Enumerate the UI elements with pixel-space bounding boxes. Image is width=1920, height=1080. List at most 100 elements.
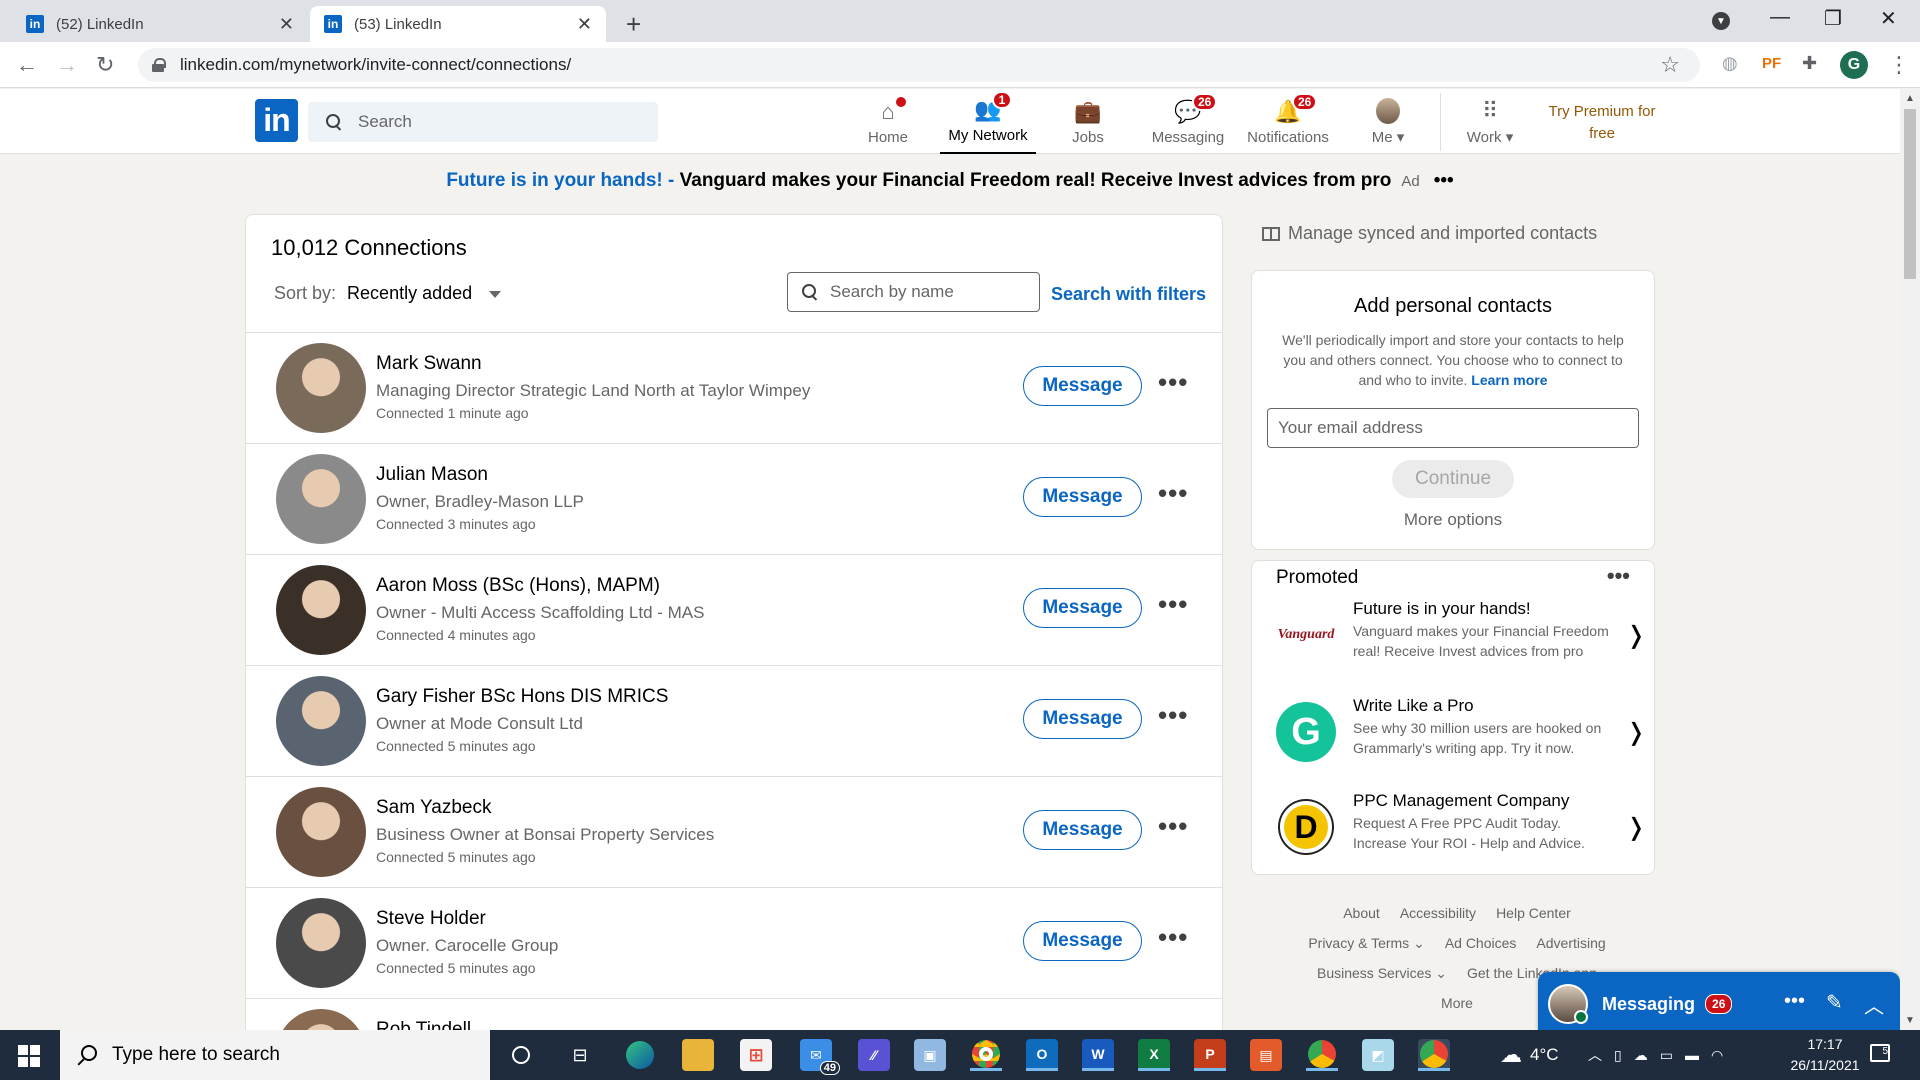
connection-name[interactable]: Gary Fisher BSc Hons DIS MRICS xyxy=(376,686,668,708)
app-icon[interactable]: ◩ xyxy=(1362,1039,1394,1071)
message-button[interactable]: Message xyxy=(1023,921,1142,961)
nav-jobs[interactable]: 💼 Jobs xyxy=(1040,89,1136,154)
more-icon[interactable]: ••• xyxy=(1158,367,1188,398)
chrome-icon[interactable] xyxy=(970,1039,1002,1071)
more-options-link[interactable]: More options xyxy=(1252,510,1654,530)
chrome-icon[interactable] xyxy=(1306,1039,1338,1071)
taskbar-search-input[interactable] xyxy=(112,1044,412,1066)
reload-icon[interactable]: ↻ xyxy=(96,52,114,78)
task-view-icon[interactable]: ⊟ xyxy=(564,1039,596,1071)
chevron-down-icon[interactable] xyxy=(489,290,502,298)
battery-icon[interactable]: ▬ xyxy=(1685,1047,1699,1063)
avatar[interactable] xyxy=(276,454,366,544)
messaging-label[interactable]: Messaging xyxy=(1602,994,1695,1015)
message-button[interactable]: Message xyxy=(1023,366,1142,406)
nav-me[interactable]: Me ▾ xyxy=(1340,89,1436,154)
footer-link[interactable]: Ad Choices xyxy=(1445,935,1517,951)
message-button[interactable]: Message xyxy=(1023,588,1142,628)
promo-item[interactable]: Vanguard Future is in your hands! Vangua… xyxy=(1276,599,1647,671)
windows-start-icon[interactable] xyxy=(18,1045,40,1067)
minimize-icon[interactable]: — xyxy=(1770,6,1790,29)
messaging-overlay[interactable]: Messaging 26 ••• ✎ ︿ xyxy=(1538,972,1900,1032)
app-icon[interactable]: ▤ xyxy=(1250,1039,1282,1071)
scrollbar-thumb[interactable] xyxy=(1904,109,1916,279)
manage-contacts-text[interactable]: Manage synced and imported contacts xyxy=(1288,223,1597,244)
restore-icon[interactable]: ❐ xyxy=(1824,6,1842,31)
more-icon[interactable]: ••• xyxy=(1158,478,1188,509)
connection-name[interactable]: Mark Swann xyxy=(376,353,482,375)
more-icon[interactable]: ••• xyxy=(1158,700,1188,731)
learn-more-link[interactable]: Learn more xyxy=(1471,372,1547,388)
avatar[interactable] xyxy=(276,898,366,988)
weather-widget[interactable]: ☁ 4°C xyxy=(1500,1030,1559,1080)
footer-link[interactable]: About xyxy=(1343,905,1380,921)
connection-name[interactable]: Julian Mason xyxy=(376,464,488,486)
lock-icon[interactable] xyxy=(152,58,166,72)
more-icon[interactable]: ••• xyxy=(1158,589,1188,620)
tab-search-icon[interactable]: ▼ xyxy=(1712,12,1730,30)
sort-dropdown[interactable]: Sort by: Recently added xyxy=(274,283,502,304)
top-text-ad[interactable]: Future is in your hands! - Vanguard make… xyxy=(0,170,1900,192)
footer-link[interactable]: Privacy & Terms ⌄ xyxy=(1308,935,1425,951)
new-tab-icon[interactable]: + xyxy=(626,9,641,40)
cortana-icon[interactable] xyxy=(505,1039,537,1071)
ad-lead-text[interactable]: Future is in your hands! - xyxy=(446,170,674,191)
notification-center-icon[interactable]: 5 xyxy=(1870,1044,1890,1062)
sort-value[interactable]: Recently added xyxy=(347,283,472,303)
nav-work[interactable]: ⠿ Work ▾ xyxy=(1442,89,1538,154)
browser-profile-avatar[interactable]: G xyxy=(1840,51,1868,79)
connection-name[interactable]: Steve Holder xyxy=(376,908,486,930)
footer-link[interactable]: Business Services ⌄ xyxy=(1317,965,1447,981)
url-text[interactable]: linkedin.com/mynetwork/invite-connect/co… xyxy=(180,55,571,75)
avatar[interactable] xyxy=(276,787,366,877)
display-icon[interactable]: ▭ xyxy=(1660,1047,1673,1064)
address-bar[interactable]: linkedin.com/mynetwork/invite-connect/co… xyxy=(138,48,1700,82)
app-icon[interactable]: ⁄⁄ xyxy=(858,1039,890,1071)
page-scrollbar[interactable]: ▲ ▼ xyxy=(1900,89,1920,1030)
compose-icon[interactable]: ✎ xyxy=(1826,990,1843,1015)
promo-item[interactable]: G Write Like a Pro See why 30 million us… xyxy=(1276,696,1646,768)
global-search-input[interactable] xyxy=(358,112,618,132)
footer-link[interactable]: Help Center xyxy=(1496,905,1571,921)
device-icon[interactable]: ▯ xyxy=(1614,1047,1622,1064)
close-icon[interactable]: ✕ xyxy=(279,14,294,35)
connection-name[interactable]: Sam Yazbeck xyxy=(376,797,491,819)
chevron-up-icon[interactable]: ︿ xyxy=(1588,1045,1602,1065)
nav-notifications[interactable]: 🔔 26 Notifications xyxy=(1240,89,1336,154)
system-tray[interactable]: ︿ ▯ ☁ ▭ ▬ ◠ xyxy=(1588,1030,1723,1080)
word-icon[interactable]: W xyxy=(1082,1039,1114,1071)
avatar[interactable] xyxy=(276,565,366,655)
avatar[interactable] xyxy=(276,343,366,433)
chrome-icon[interactable] xyxy=(1418,1039,1450,1071)
search-with-filters-link[interactable]: Search with filters xyxy=(1051,284,1206,305)
powerpoint-icon[interactable]: P xyxy=(1194,1039,1226,1071)
bookmark-star-icon[interactable]: ☆ xyxy=(1660,52,1680,78)
footer-link[interactable]: More xyxy=(1441,995,1473,1011)
footer-link[interactable]: Accessibility xyxy=(1400,905,1476,921)
wifi-icon[interactable]: ◠ xyxy=(1711,1047,1723,1064)
onedrive-icon[interactable]: ☁ xyxy=(1634,1047,1648,1064)
scroll-up-icon[interactable]: ▲ xyxy=(1905,93,1915,104)
outlook-icon[interactable]: O xyxy=(1026,1039,1058,1071)
message-button[interactable]: Message xyxy=(1023,810,1142,850)
browser-tab-1[interactable]: in (52) LinkedIn ✕ xyxy=(12,6,308,42)
mail-icon[interactable]: ✉ 49 xyxy=(800,1039,840,1075)
excel-icon[interactable]: X xyxy=(1138,1039,1170,1071)
more-icon[interactable]: ••• xyxy=(1784,990,1805,1013)
manage-contacts-link[interactable]: Manage synced and imported contacts xyxy=(1262,223,1597,244)
globe-extension-icon[interactable]: ◍ xyxy=(1722,53,1738,74)
browser-tab-2[interactable]: in (53) LinkedIn ✕ xyxy=(310,6,606,42)
remote-desktop-icon[interactable]: ▣ xyxy=(914,1039,946,1071)
global-search[interactable] xyxy=(308,102,658,142)
connection-name[interactable]: Aaron Moss (BSc (Hons), MAPM) xyxy=(376,575,660,597)
search-by-name[interactable] xyxy=(787,272,1040,312)
message-button[interactable]: Message xyxy=(1023,477,1142,517)
email-field[interactable] xyxy=(1267,408,1639,448)
footer-link[interactable]: Advertising xyxy=(1536,935,1605,951)
puzzle-extensions-icon[interactable]: ✚ xyxy=(1802,53,1817,74)
back-arrow-icon[interactable]: ← xyxy=(16,52,38,78)
continue-button[interactable]: Continue xyxy=(1392,460,1514,498)
linkedin-logo-icon[interactable]: in xyxy=(255,99,298,142)
avatar[interactable] xyxy=(1548,984,1588,1024)
more-icon[interactable]: ••• xyxy=(1158,922,1188,953)
